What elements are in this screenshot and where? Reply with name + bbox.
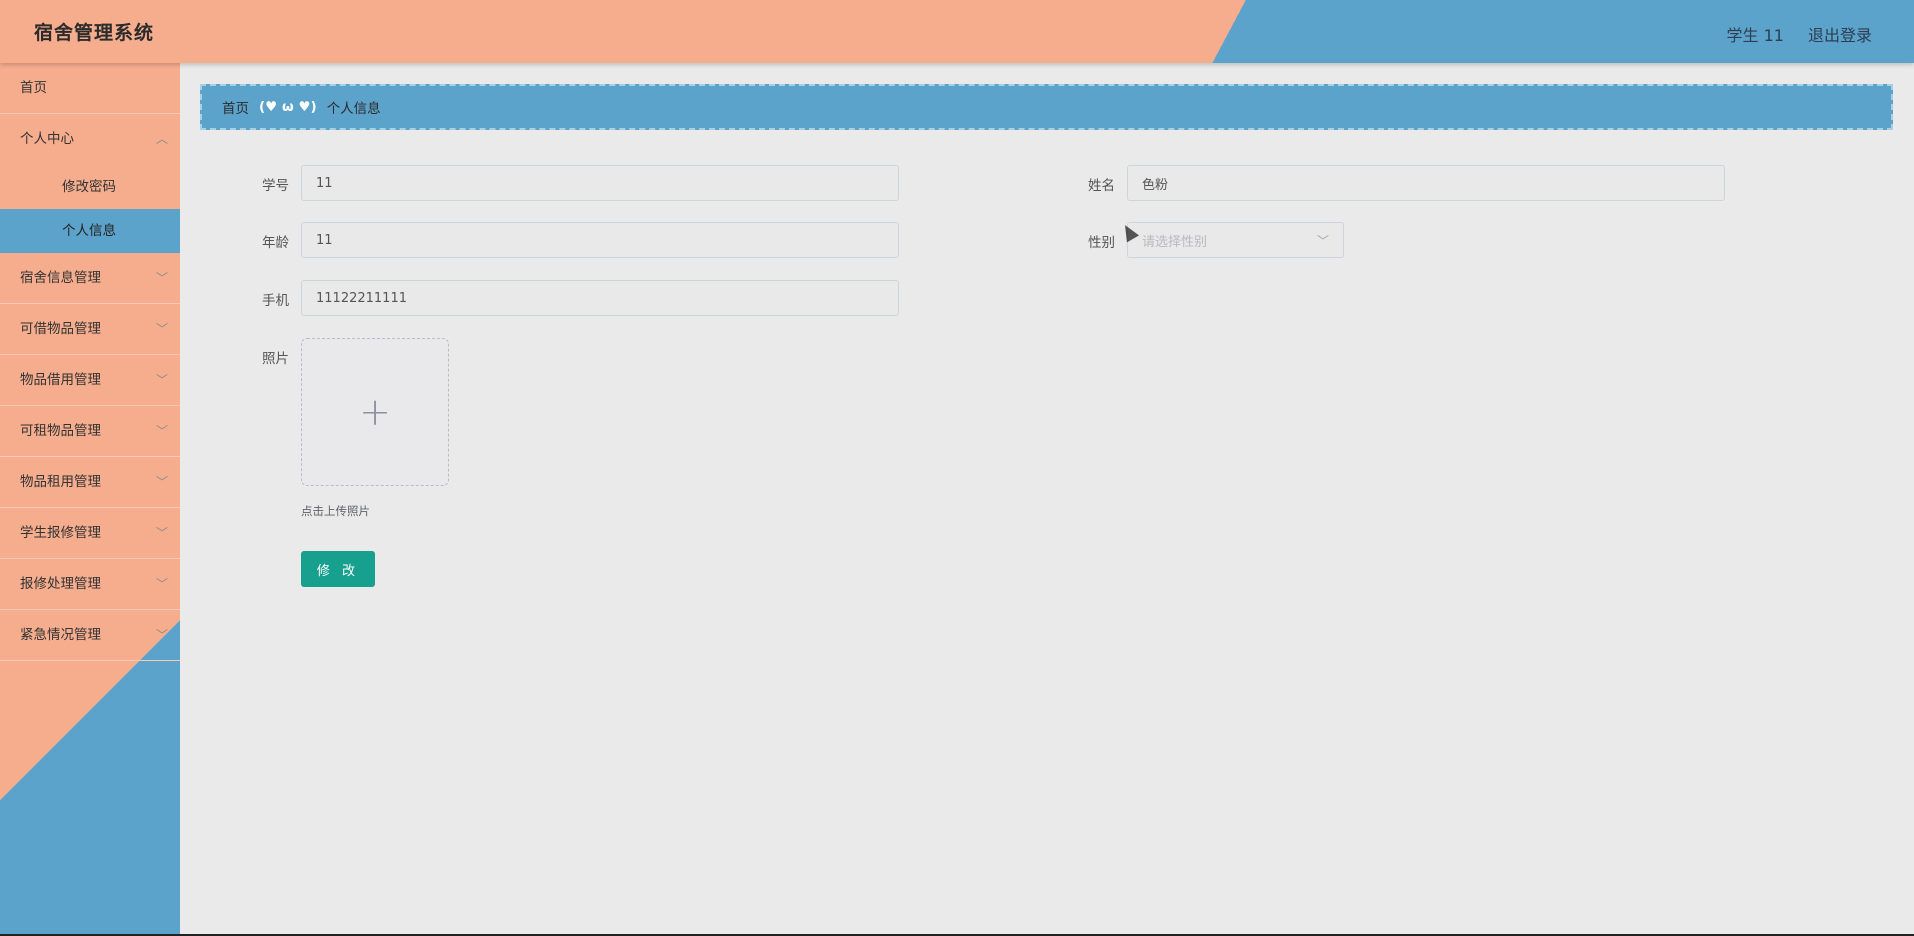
student-id-label: 学号 bbox=[262, 178, 289, 194]
update-button[interactable]: 修 改 bbox=[301, 551, 375, 587]
current-user: 学生 11 bbox=[1726, 26, 1784, 45]
app-title: 宿舍管理系统 bbox=[34, 22, 155, 44]
sidebar-item-dorm-info[interactable]: 宿舍信息管理 ﹀ bbox=[0, 253, 180, 304]
top-header: 宿舍管理系统 学生 11 退出登录 bbox=[0, 0, 1914, 63]
name-input[interactable] bbox=[1127, 165, 1725, 201]
age-label: 年龄 bbox=[262, 235, 289, 251]
logout-button[interactable]: 退出登录 bbox=[1808, 22, 1872, 46]
plus-icon: + bbox=[359, 390, 391, 434]
chevron-down-icon: ﹀ bbox=[155, 271, 168, 285]
sidebar-item-label: 紧急情况管理 bbox=[20, 627, 101, 643]
gender-label: 性别 bbox=[1088, 235, 1115, 251]
sidebar-item-goods-renting[interactable]: 物品租用管理 ﹀ bbox=[0, 457, 180, 508]
sidebar-item-label: 可租物品管理 bbox=[20, 423, 101, 439]
sidebar-item-goods-borrowing[interactable]: 物品借用管理 ﹀ bbox=[0, 355, 180, 406]
age-input[interactable] bbox=[301, 222, 899, 258]
sidebar-subitem-personal-info[interactable]: 个人信息 bbox=[0, 209, 180, 253]
sidebar-item-label: 学生报修管理 bbox=[20, 525, 101, 541]
gender-select[interactable]: 请选择性别 ﹀ bbox=[1127, 222, 1344, 258]
chevron-down-icon: ﹀ bbox=[1316, 233, 1329, 248]
sidebar-item-rentable-goods[interactable]: 可租物品管理 ﹀ bbox=[0, 406, 180, 457]
sidebar-item-borrowable-goods[interactable]: 可借物品管理 ﹀ bbox=[0, 304, 180, 355]
student-id-input[interactable] bbox=[301, 165, 899, 201]
header-right: 学生 11 退出登录 bbox=[1727, 22, 1872, 46]
sidebar-item-label: 可借物品管理 bbox=[20, 321, 101, 337]
chevron-down-icon: ﹀ bbox=[155, 424, 168, 438]
sidebar-item-emergency[interactable]: 紧急情况管理 ﹀ bbox=[0, 610, 180, 661]
phone-input[interactable] bbox=[301, 280, 899, 316]
sidebar-item-home[interactable]: 首页 bbox=[0, 63, 180, 114]
sidebar-item-label: 首页 bbox=[20, 80, 47, 96]
upload-tip: 点击上传照片 bbox=[301, 504, 370, 518]
sidebar-subitem-label: 个人信息 bbox=[62, 223, 116, 239]
sidebar-item-label: 物品借用管理 bbox=[20, 372, 101, 388]
breadcrumb-current: 个人信息 bbox=[326, 101, 381, 117]
breadcrumb-home[interactable]: 首页 bbox=[222, 97, 249, 117]
breadcrumb: 首页 (♥ ω ♥) 个人信息 bbox=[200, 84, 1893, 130]
breadcrumb-separator: (♥ ω ♥) bbox=[259, 99, 317, 115]
chevron-down-icon: ﹀ bbox=[155, 577, 168, 591]
chevron-down-icon: ﹀ bbox=[155, 526, 168, 540]
gender-placeholder: 请选择性别 bbox=[1142, 234, 1208, 250]
chevron-down-icon: ﹀ bbox=[155, 322, 168, 336]
sidebar-item-student-repair[interactable]: 学生报修管理 ﹀ bbox=[0, 508, 180, 559]
sidebar-item-label: 宿舍信息管理 bbox=[20, 270, 101, 286]
phone-label: 手机 bbox=[262, 293, 289, 309]
sidebar-item-label: 个人中心 bbox=[20, 131, 74, 147]
sidebar-item-personal-center[interactable]: 个人中心 ︿ bbox=[0, 114, 180, 165]
chevron-down-icon: ﹀ bbox=[155, 475, 168, 489]
sidebar: 首页 个人中心 ︿ 修改密码 个人信息 宿舍信息管理 ﹀ 可借物品管理 ﹀ 物品… bbox=[0, 63, 180, 936]
sidebar-subitem-label: 修改密码 bbox=[62, 179, 116, 195]
sidebar-subitem-change-password[interactable]: 修改密码 bbox=[0, 165, 180, 209]
chevron-up-icon: ︿ bbox=[155, 132, 168, 146]
photo-label: 照片 bbox=[262, 351, 289, 367]
sidebar-item-repair-handling[interactable]: 报修处理管理 ﹀ bbox=[0, 559, 180, 610]
chevron-down-icon: ﹀ bbox=[155, 628, 168, 642]
sidebar-item-label: 物品租用管理 bbox=[20, 474, 101, 490]
chevron-down-icon: ﹀ bbox=[155, 373, 168, 387]
photo-upload[interactable]: + bbox=[301, 338, 449, 486]
sidebar-item-label: 报修处理管理 bbox=[20, 576, 101, 592]
name-label: 姓名 bbox=[1088, 178, 1115, 194]
